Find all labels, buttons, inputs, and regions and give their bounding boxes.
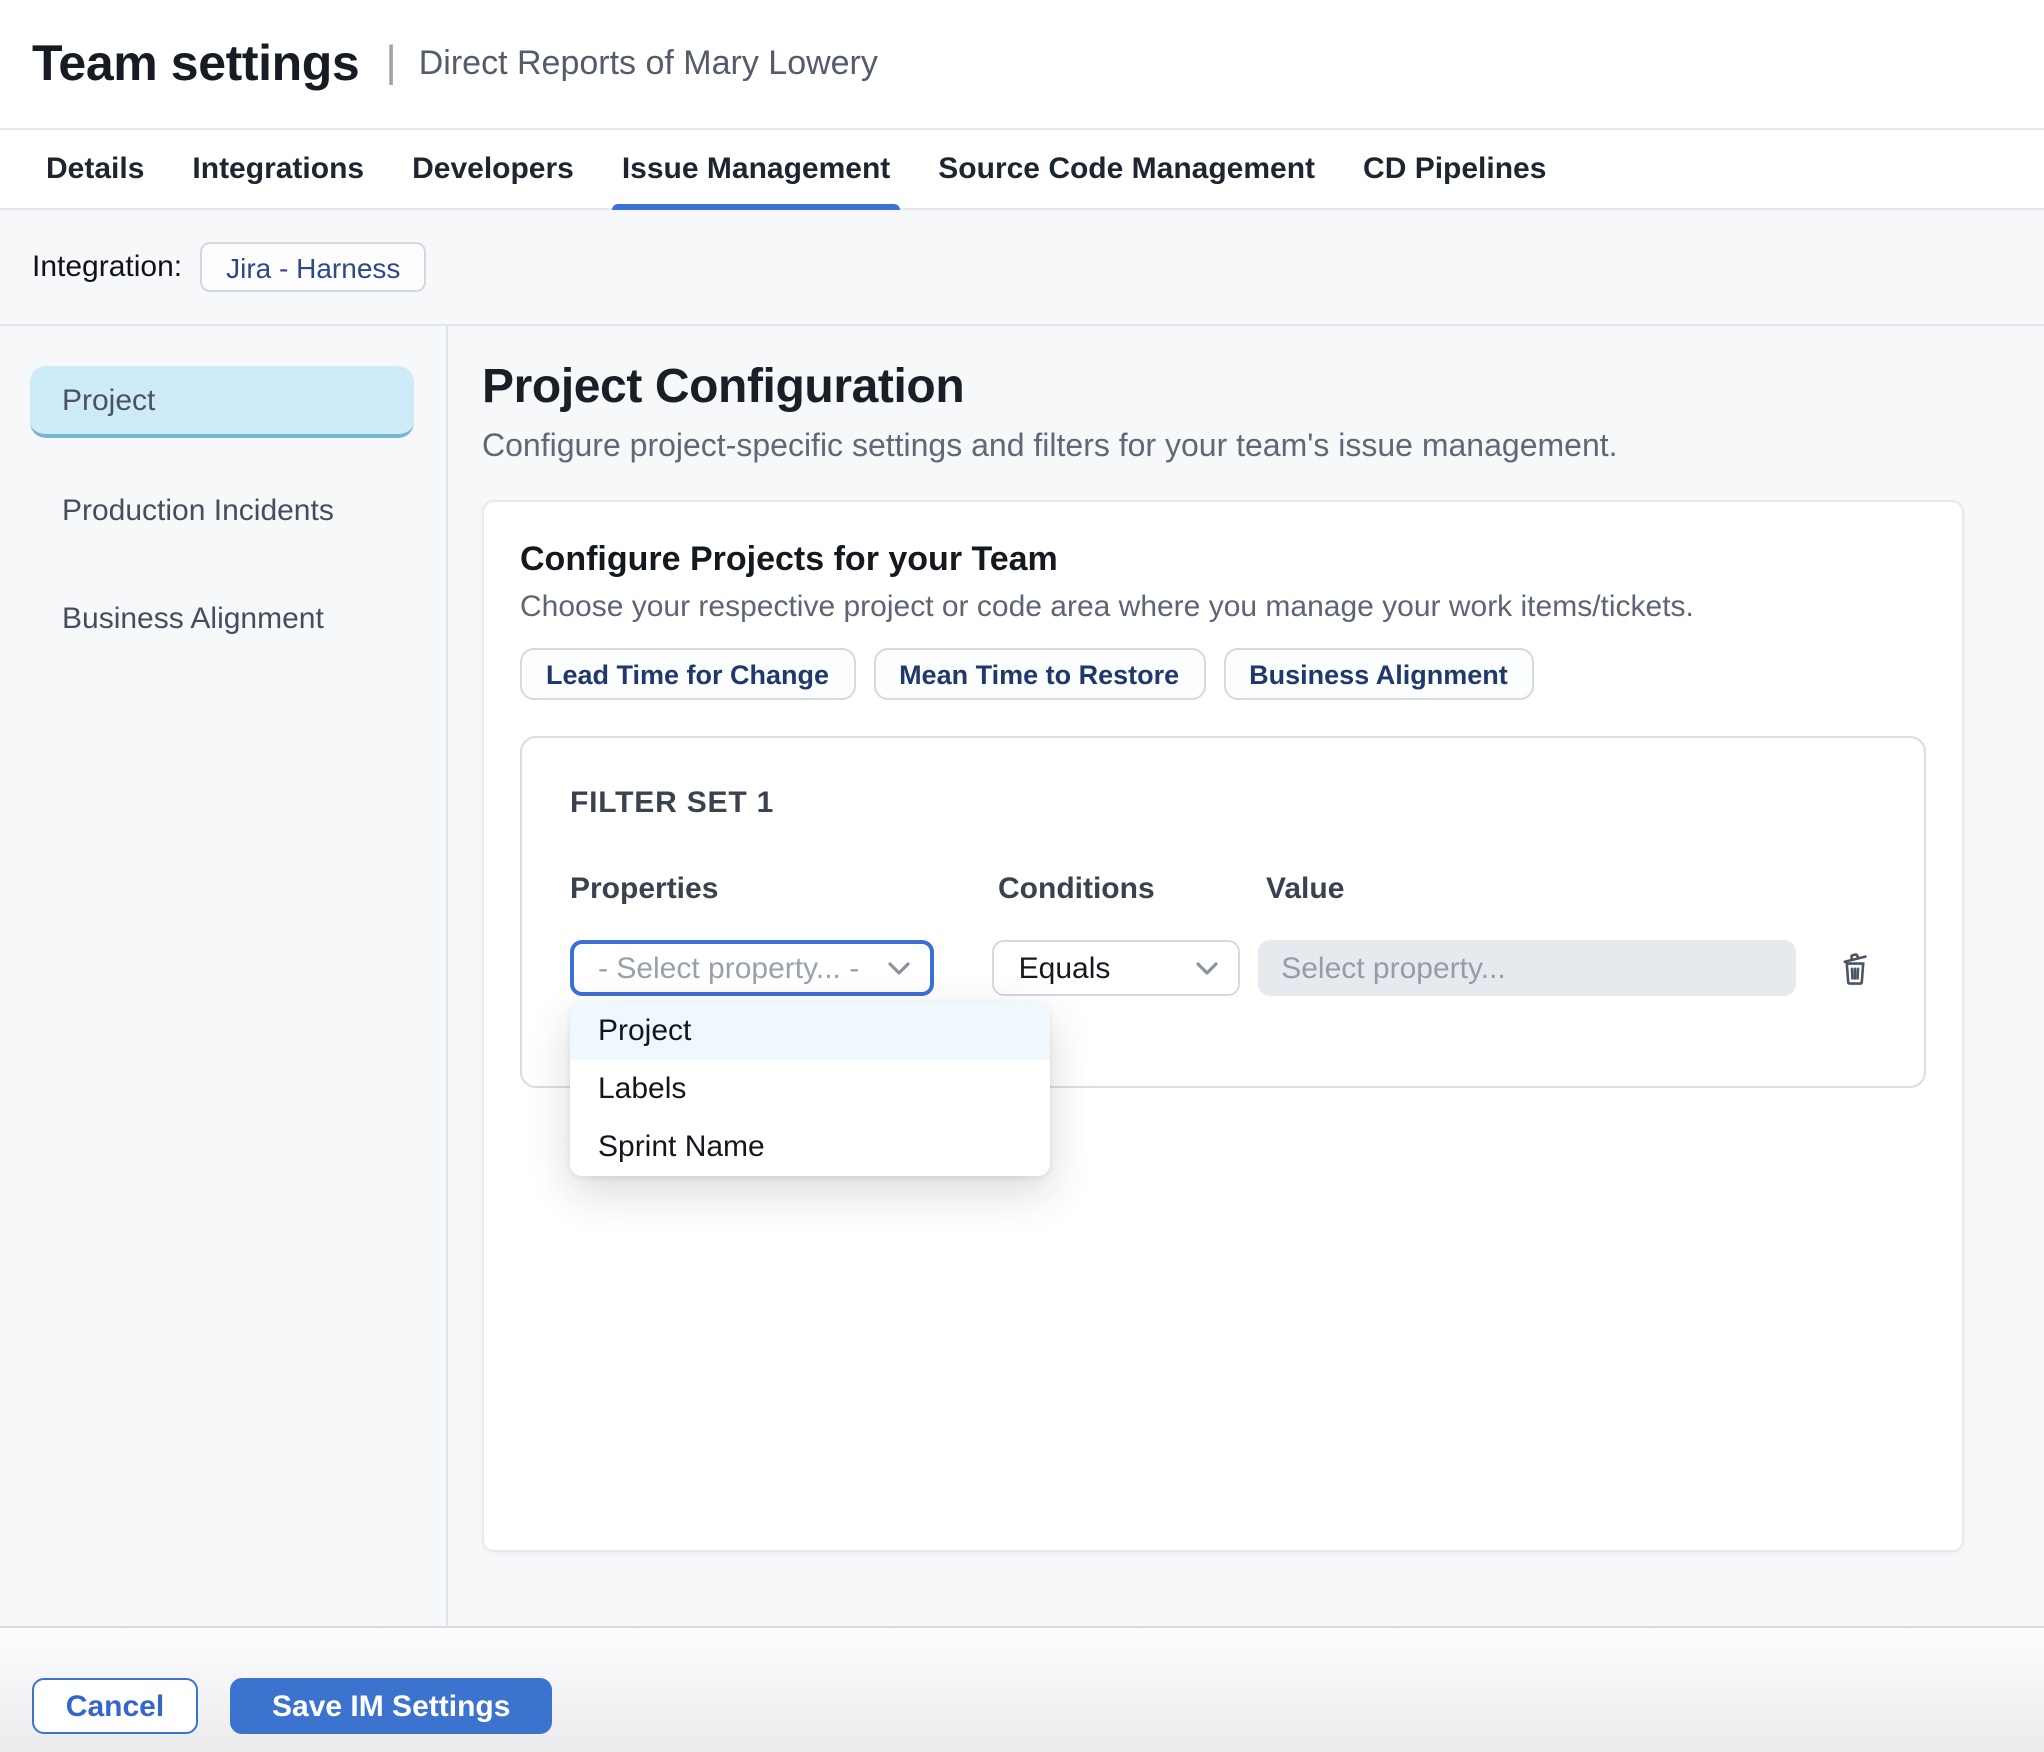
footer-bar: Cancel Save IM Settings bbox=[0, 1626, 2044, 1752]
body-row: Project Production Incidents Business Al… bbox=[0, 326, 2044, 1626]
column-header-value: Value bbox=[1266, 872, 1345, 906]
dropdown-option-labels[interactable]: Labels bbox=[570, 1060, 1050, 1118]
dropdown-option-sprint-name[interactable]: Sprint Name bbox=[570, 1118, 1050, 1176]
chevron-down-icon bbox=[1195, 961, 1217, 974]
sidebar-item-production-incidents[interactable]: Production Incidents bbox=[30, 474, 414, 546]
column-header-properties: Properties bbox=[570, 872, 719, 906]
chevron-down-icon bbox=[889, 961, 911, 974]
tab-issue-management[interactable]: Issue Management bbox=[611, 130, 901, 210]
metric-chips: Lead Time for Change Mean Time to Restor… bbox=[520, 648, 1926, 700]
filter-set-card: FILTER SET 1 Properties Conditions Value… bbox=[520, 736, 1926, 1176]
chip-business-alignment[interactable]: Business Alignment bbox=[1223, 648, 1534, 700]
team-settings-page: Team settings | Direct Reports of Mary L… bbox=[0, 0, 2044, 1752]
tab-bar: Details Integrations Developers Issue Ma… bbox=[0, 128, 2044, 210]
page-subtitle: Direct Reports of Mary Lowery bbox=[418, 44, 878, 82]
section-description: Configure project-specific settings and … bbox=[482, 430, 1618, 464]
integration-label: Integration: bbox=[32, 250, 183, 284]
chip-mean-time-to-restore[interactable]: Mean Time to Restore bbox=[873, 648, 1206, 700]
tab-cd-pipelines[interactable]: CD Pipelines bbox=[1363, 130, 1546, 208]
chip-lead-time-for-change[interactable]: Lead Time for Change bbox=[520, 648, 856, 700]
column-header-conditions: Conditions bbox=[998, 872, 1155, 906]
sidebar-item-business-alignment[interactable]: Business Alignment bbox=[30, 582, 414, 654]
page-title: Team settings bbox=[32, 35, 360, 91]
integration-row: Integration: Jira - Harness bbox=[0, 210, 2044, 326]
page-header: Team settings | Direct Reports of Mary L… bbox=[0, 0, 2044, 128]
filter-column-headers: Properties Conditions Value bbox=[570, 872, 1876, 906]
filter-set-title: FILTER SET 1 bbox=[570, 786, 775, 820]
tab-developers[interactable]: Developers bbox=[412, 130, 574, 208]
condition-select[interactable]: Equals bbox=[992, 940, 1240, 996]
sidebar-item-project[interactable]: Project bbox=[30, 366, 414, 438]
filter-row: - Select property... - Equals bbox=[570, 940, 1876, 996]
property-select-placeholder: - Select property... - bbox=[598, 951, 860, 985]
save-im-settings-button[interactable]: Save IM Settings bbox=[230, 1678, 553, 1734]
condition-select-value: Equals bbox=[1018, 951, 1111, 985]
settings-sidebar: Project Production Incidents Business Al… bbox=[0, 326, 448, 1626]
section-title: Project Configuration bbox=[482, 360, 965, 414]
value-input[interactable] bbox=[1257, 940, 1797, 996]
card-title: Configure Projects for your Team bbox=[520, 540, 1058, 578]
property-select[interactable]: - Select property... - bbox=[570, 940, 935, 996]
delete-filter-button[interactable] bbox=[1833, 946, 1876, 990]
configure-projects-card: Configure Projects for your Team Choose … bbox=[482, 500, 1964, 1552]
tab-source-code-management[interactable]: Source Code Management bbox=[938, 130, 1315, 208]
trash-icon bbox=[1842, 953, 1867, 985]
integration-chip[interactable]: Jira - Harness bbox=[200, 242, 427, 292]
dropdown-option-project[interactable]: Project bbox=[570, 1002, 1050, 1060]
card-subtitle: Choose your respective project or code a… bbox=[520, 590, 1694, 624]
title-separator: | bbox=[385, 36, 397, 86]
screenshot-viewport: Team settings | Direct Reports of Mary L… bbox=[0, 0, 2044, 1752]
cancel-button[interactable]: Cancel bbox=[32, 1678, 198, 1734]
content-area: Integration: Jira - Harness Project Prod… bbox=[0, 210, 2044, 1626]
tab-details[interactable]: Details bbox=[46, 130, 144, 208]
property-dropdown-menu: Project Labels Sprint Name bbox=[570, 1002, 1050, 1176]
tab-integrations[interactable]: Integrations bbox=[192, 130, 364, 208]
main-panel: Project Configuration Configure project-… bbox=[448, 326, 2044, 1626]
